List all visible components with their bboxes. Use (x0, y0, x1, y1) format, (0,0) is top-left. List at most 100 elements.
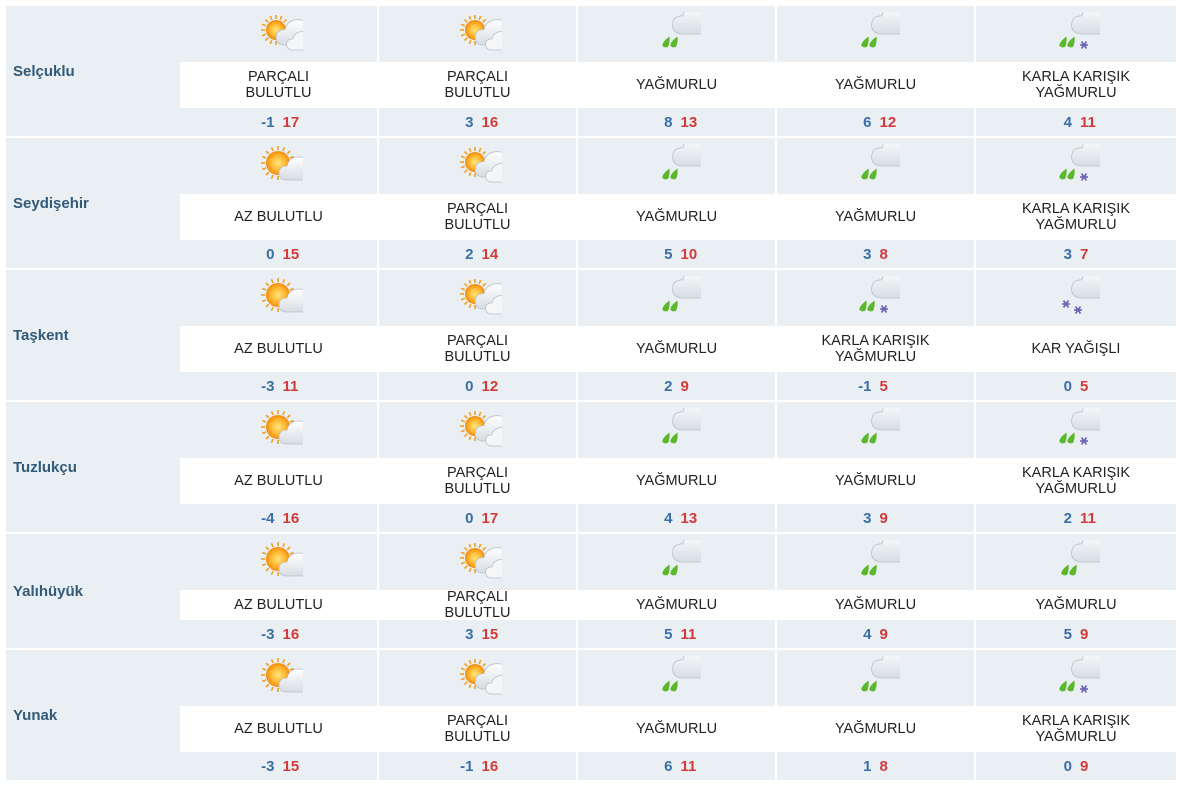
forecast-day-cell: YAĞMURLU 3 8 (777, 138, 974, 268)
min-temperature: -4 (261, 509, 275, 527)
city-name: Yunak (6, 650, 184, 780)
rain-icon (852, 408, 900, 452)
max-temperature: 10 (680, 245, 698, 263)
condition-text: YAĞMURLU (777, 62, 974, 108)
forecast-row: Tuzlukçu AZ BULUTLU -4 16 PARÇALI BULUTLU 0 17… (6, 402, 1182, 532)
icon-band (976, 270, 1176, 326)
icon-band (777, 534, 974, 590)
forecast-day-cell: PARÇALI BULUTLU -1 17 (180, 6, 377, 136)
condition-text: AZ BULUTLU (180, 590, 377, 620)
max-temperature: 13 (680, 509, 698, 527)
max-temperature: 11 (680, 757, 697, 775)
condition-text: PARÇALI BULUTLU (180, 62, 377, 108)
mostly-sunny-icon (255, 540, 303, 584)
mostly-sunny-icon (255, 656, 303, 700)
icon-band (578, 534, 775, 590)
min-temperature: -3 (261, 377, 275, 395)
condition-text: YAĞMURLU (578, 458, 775, 504)
forecast-day-cell: KARLA KARIŞIK YAĞMURLU 0 9 (976, 650, 1176, 780)
icon-band (976, 650, 1176, 706)
condition-text: AZ BULUTLU (180, 706, 377, 752)
forecast-day-cell: AZ BULUTLU -3 11 (180, 270, 377, 400)
forecast-day-cell: AZ BULUTLU -3 15 (180, 650, 377, 780)
rain-icon (852, 540, 900, 584)
max-temperature: 12 (481, 377, 499, 395)
icon-band (379, 402, 576, 458)
temperature-range: 6 12 (777, 108, 974, 136)
forecast-day-cell: KARLA KARIŞIK YAĞMURLU 3 7 (976, 138, 1176, 268)
condition-label: PARÇALI BULUTLU (444, 69, 511, 101)
forecast-day-cell: AZ BULUTLU -4 16 (180, 402, 377, 532)
condition-label: YAĞMURLU (834, 209, 917, 225)
mostly-sunny-icon (255, 144, 303, 188)
icon-band (180, 402, 377, 458)
condition-text: YAĞMURLU (578, 62, 775, 108)
max-temperature: 9 (879, 625, 888, 643)
min-temperature: 3 (863, 245, 872, 263)
temperature-range: 05 (976, 372, 1176, 400)
icon-band (578, 402, 775, 458)
rain-icon (852, 144, 900, 188)
condition-label: PARÇALI BULUTLU (444, 333, 511, 365)
max-temperature: 15 (481, 625, 499, 643)
temperature-range: 29 (578, 372, 775, 400)
condition-label: PARÇALI BULUTLU (444, 201, 511, 233)
sleet-icon (1052, 408, 1100, 452)
min-temperature: 3 (465, 625, 474, 643)
temperature-range: 5 11 (578, 620, 775, 648)
min-temperature: 2 (664, 377, 673, 395)
forecast-day-cell: KARLA KARIŞIK YAĞMURLU 4 11 (976, 6, 1176, 136)
condition-text: YAĞMURLU (976, 590, 1176, 620)
icon-band (777, 650, 974, 706)
condition-text: AZ BULUTLU (180, 194, 377, 240)
min-temperature: 8 (664, 113, 673, 131)
icon-band (976, 138, 1176, 194)
max-temperature: 11 (1080, 113, 1096, 131)
forecast-day-cell: YAĞMURLU 8 13 (578, 6, 775, 136)
temperature-range: 09 (976, 752, 1176, 780)
partly-cloudy-icon (454, 540, 502, 584)
forecast-day-cell: YAĞMURLU 4 9 (777, 534, 974, 648)
forecast-row: Selçuklu PARÇALI BULUTLU -1 17 PARÇALI BULUT… (6, 6, 1182, 136)
min-temperature: 6 (664, 757, 673, 775)
condition-text: YAĞMURLU (777, 194, 974, 240)
forecast-day-cell: KAR YAĞIŞLI 0 5 (976, 270, 1176, 400)
icon-band (379, 534, 576, 590)
min-temperature: 0 (266, 245, 275, 263)
icon-band (379, 650, 576, 706)
condition-label: PARÇALI BULUTLU (245, 69, 312, 101)
icon-band (180, 270, 377, 326)
icon-band (578, 650, 775, 706)
min-temperature: 2 (1063, 509, 1072, 527)
min-temperature: 2 (465, 245, 474, 263)
min-temperature: -1 (460, 757, 474, 775)
max-temperature: 17 (282, 113, 300, 131)
city-name: Taşkent (6, 270, 184, 400)
temperature-range: -1 5 (777, 372, 974, 400)
condition-text: AZ BULUTLU (180, 458, 377, 504)
condition-text: KARLA KARIŞIK YAĞMURLU (976, 706, 1176, 752)
condition-text: PARÇALI BULUTLU (379, 62, 576, 108)
icon-band (578, 270, 775, 326)
temperature-range: 2 11 (976, 504, 1176, 532)
min-temperature: 0 (465, 377, 474, 395)
mostly-sunny-icon (255, 408, 303, 452)
sleet-icon (1052, 144, 1100, 188)
condition-label: AZ BULUTLU (234, 721, 323, 737)
max-temperature: 16 (481, 113, 499, 131)
condition-label: YAĞMURLU (1035, 597, 1117, 613)
partly-cloudy-icon (454, 144, 502, 188)
partly-cloudy-icon (454, 656, 502, 700)
condition-text: KARLA KARIŞIK YAĞMURLU (976, 458, 1176, 504)
min-temperature: -1 (261, 113, 275, 131)
condition-text: PARÇALI BULUTLU (379, 589, 576, 621)
condition-label: KARLA KARIŞIK YAĞMURLU (1022, 69, 1130, 101)
forecast-row: Seydişehir AZ BULUTLU 0 15 PARÇALI BULUTLU 2 1… (6, 138, 1182, 268)
temperature-range: 37 (976, 240, 1176, 268)
forecast-day-cell: YAĞMURLU 4 13 (578, 402, 775, 532)
icon-band (379, 6, 576, 62)
condition-label: AZ BULUTLU (234, 341, 323, 357)
condition-label: YAĞMURLU (834, 597, 917, 613)
min-temperature: -1 (858, 377, 872, 395)
condition-text: YAĞMURLU (777, 458, 974, 504)
